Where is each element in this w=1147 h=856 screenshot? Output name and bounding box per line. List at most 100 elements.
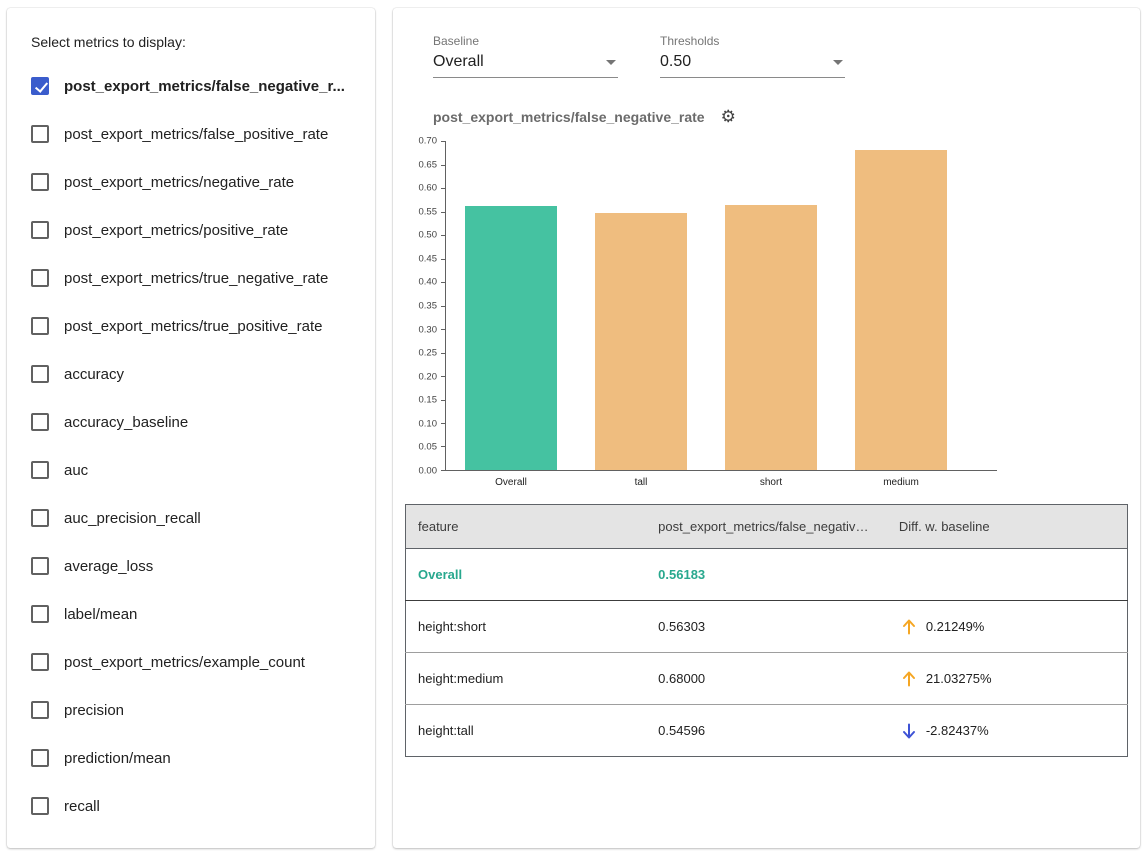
y-tick [441,353,446,354]
y-tick-label: 0.05 [419,442,438,453]
bar-slot [576,141,706,470]
diff-value: 21.03275% [926,671,992,686]
metric-item[interactable]: post_export_metrics/true_positive_rate [31,302,351,350]
y-tick [441,329,446,330]
diff-cell: -2.82437% [887,705,1128,757]
baseline-label: Baseline [433,34,618,48]
metric-checkbox[interactable] [31,557,49,575]
x-tick-label: short [706,477,836,488]
chevron-down-icon [833,60,843,65]
y-tick [441,446,446,447]
baseline-control: Baseline Overall [433,34,618,78]
x-tick-label: Overall [446,477,576,488]
results-panel: Baseline Overall Thresholds 0.50 post_ex… [393,8,1140,848]
table-header-cell: post_export_metrics/false_negative_rat..… [646,505,887,549]
metric-label: post_export_metrics/positive_rate [64,222,288,239]
y-tick-label: 0.10 [419,418,438,429]
x-tick-label: medium [836,477,966,488]
metric-item[interactable]: post_export_metrics/negative_rate [31,158,351,206]
metric-checkbox[interactable] [31,701,49,719]
y-tick [441,470,446,471]
thresholds-select[interactable]: 0.50 [660,50,845,78]
value-cell: 0.54596 [646,705,887,757]
metric-item[interactable]: post_export_metrics/example_count [31,638,351,686]
diff-cell: 21.03275% [887,653,1128,705]
thresholds-value: 0.50 [660,53,691,71]
diff-cell [887,549,1128,601]
bar-short[interactable] [725,205,817,470]
metric-item[interactable]: precision [31,686,351,734]
gear-icon[interactable]: ⚙ [721,108,736,125]
diff-value: -2.82437% [926,723,989,738]
baseline-value: Overall [433,53,484,71]
metric-label: average_loss [64,558,153,575]
y-tick [441,235,446,236]
metric-label: post_export_metrics/true_negative_rate [64,270,328,287]
metric-item[interactable]: auc_precision_recall [31,494,351,542]
metric-checkbox[interactable] [31,77,49,95]
chart-plot-row: 0.000.050.100.150.200.250.300.350.400.45… [405,141,1128,471]
metric-item[interactable]: accuracy [31,350,351,398]
metric-checkbox[interactable] [31,269,49,287]
y-tick [441,259,446,260]
metric-checkbox[interactable] [31,317,49,335]
metric-item[interactable]: post_export_metrics/false_positive_rate [31,110,351,158]
metric-item[interactable]: auc [31,446,351,494]
metric-item[interactable]: post_export_metrics/positive_rate [31,206,351,254]
feature-cell: height:short [406,601,647,653]
x-axis-labels: Overalltallshortmedium [446,477,1128,488]
value-cell: 0.56183 [646,549,887,601]
feature-cell: Overall [406,549,647,601]
baseline-select[interactable]: Overall [433,50,618,78]
bar-Overall[interactable] [465,206,557,470]
metric-checkbox[interactable] [31,413,49,431]
metric-label: post_export_metrics/false_negative_r... [64,78,345,95]
bar-slot [706,141,836,470]
plot-area [445,141,997,471]
up-arrow-icon [899,669,919,689]
metric-item[interactable]: label/mean [31,590,351,638]
metric-item[interactable]: accuracy_baseline [31,398,351,446]
y-tick-label: 0.45 [419,253,438,264]
y-tick-label: 0.60 [419,183,438,194]
metric-label: accuracy_baseline [64,414,188,431]
metric-label: label/mean [64,606,137,623]
table-head: featurepost_export_metrics/false_negativ… [406,505,1128,549]
table-header-cell: Diff. w. baseline [887,505,1128,549]
y-tick-label: 0.55 [419,206,438,217]
metric-item[interactable]: prediction/mean [31,734,351,782]
page: Select metrics to display: post_export_m… [0,0,1147,856]
metrics-panel: Select metrics to display: post_export_m… [7,8,375,848]
y-tick [441,282,446,283]
down-arrow-icon [899,721,919,741]
metric-checkbox[interactable] [31,653,49,671]
metric-item[interactable]: post_export_metrics/true_negative_rate [31,254,351,302]
table-row: height:medium0.6800021.03275% [406,653,1128,705]
y-tick-label: 0.20 [419,371,438,382]
metric-label: auc_precision_recall [64,510,201,527]
metric-checkbox[interactable] [31,221,49,239]
metric-checkbox[interactable] [31,749,49,767]
metric-item[interactable]: average_loss [31,542,351,590]
y-tick [441,306,446,307]
y-axis: 0.000.050.100.150.200.250.300.350.400.45… [405,141,445,471]
bar-tall[interactable] [595,213,687,470]
metric-checkbox[interactable] [31,797,49,815]
bar-medium[interactable] [855,150,947,470]
y-tick [441,400,446,401]
metric-checkbox[interactable] [31,173,49,191]
table-row: height:short0.563030.21249% [406,601,1128,653]
metric-checkbox[interactable] [31,365,49,383]
metric-item[interactable]: post_export_metrics/false_negative_r... [31,62,351,110]
chevron-down-icon [606,60,616,65]
metric-label: auc [64,462,88,479]
metric-checkbox[interactable] [31,125,49,143]
y-tick-label: 0.00 [419,466,438,477]
metric-checkbox[interactable] [31,605,49,623]
diff-cell: 0.21249% [887,601,1128,653]
metric-item[interactable]: recall [31,782,351,830]
metric-label: precision [64,702,124,719]
y-tick-label: 0.35 [419,301,438,312]
metric-checkbox[interactable] [31,461,49,479]
metric-checkbox[interactable] [31,509,49,527]
